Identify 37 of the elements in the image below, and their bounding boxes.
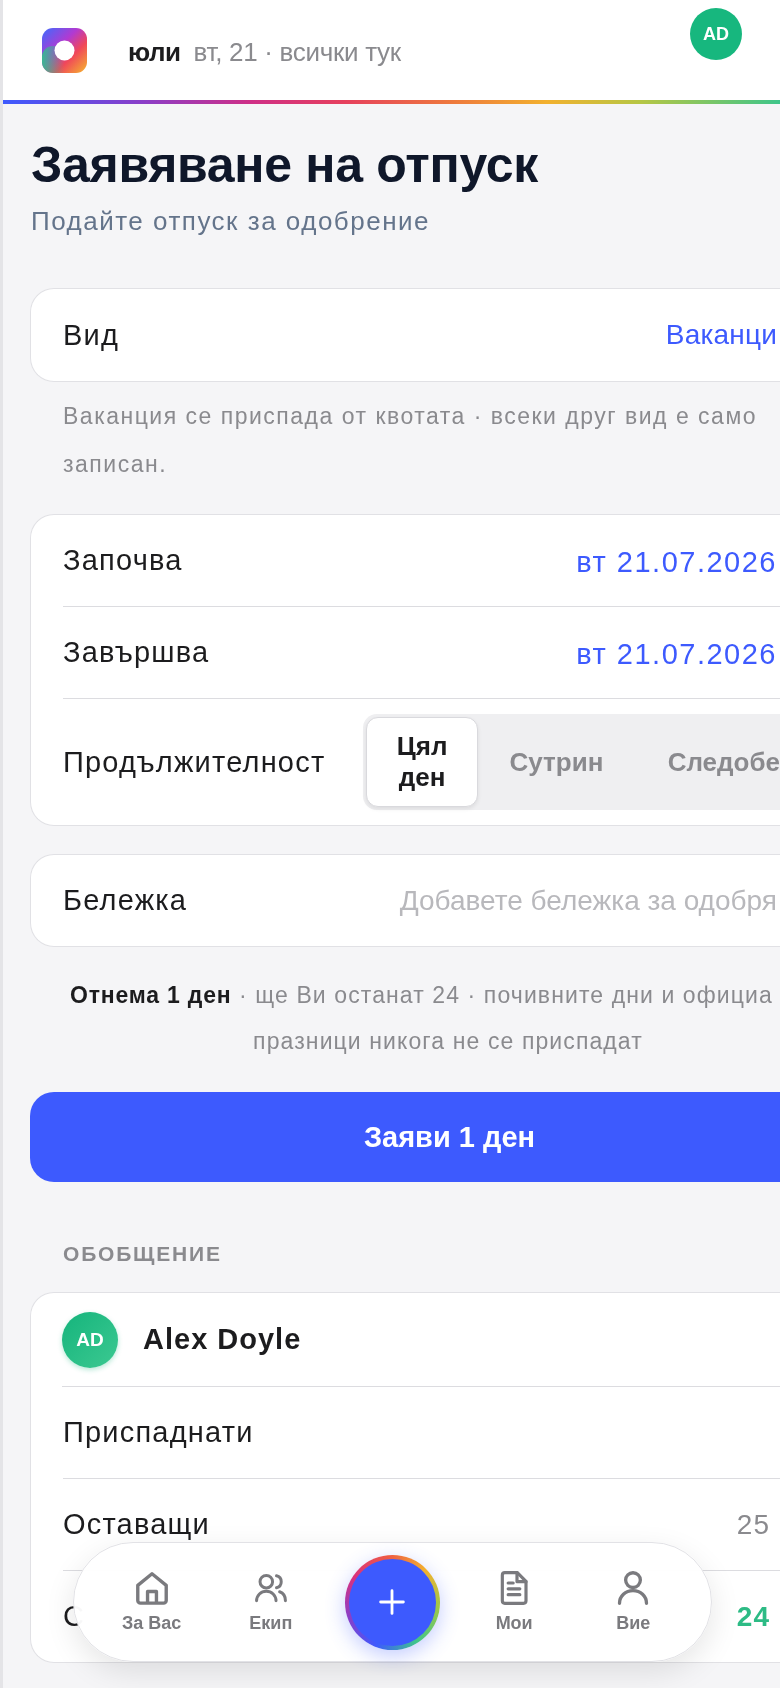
field-label: Продължителност <box>63 745 326 779</box>
hint-text: Ваканция се приспада от квотата · всеки друг вид е само записан. <box>63 402 758 479</box>
field-label: Вид <box>63 318 120 352</box>
plus-icon <box>379 1589 406 1615</box>
segment-option[interactable]: Следобе <box>634 717 780 807</box>
person-name: Alex Doyle <box>143 1323 302 1356</box>
segment-option[interactable]: Цял ден <box>366 717 479 807</box>
home-icon <box>135 1570 168 1605</box>
summary-value: 25 <box>736 1508 770 1541</box>
summary-label: Приспаднати <box>63 1416 254 1449</box>
logo-icon <box>42 27 87 73</box>
nav-item[interactable]: Вие <box>588 1570 679 1634</box>
page-subtitle: Подайте отпуск за одобрение <box>31 205 431 238</box>
date-picker[interactable]: вт 21.07.2026 <box>576 546 777 579</box>
person-icon <box>617 1570 650 1605</box>
field-label: Завършва <box>63 636 210 669</box>
field-label: Започва <box>63 544 183 577</box>
date-label: вт, 21 · всички тук <box>193 36 401 68</box>
summary-note: Отнема 1 ден · ще Ви останат 24 · почивните дни и официа празници никога не се приспадат <box>70 981 774 1056</box>
section-heading: ОБОБЩЕНИЕ <box>63 1242 223 1266</box>
submit-button[interactable]: Заяви 1 ден <box>30 1092 780 1182</box>
profile-avatar[interactable]: AD <box>690 8 742 60</box>
summary-value: 24 <box>736 1600 770 1633</box>
type-picker[interactable]: Ваканци <box>665 319 777 351</box>
person-avatar: AD <box>62 1311 118 1368</box>
field-label: Бележка <box>63 884 188 917</box>
segment-option[interactable]: Сутрин <box>478 717 635 807</box>
summary-label: С <box>63 1600 86 1633</box>
note-input[interactable]: Добавете бележка за одобря <box>377 884 777 917</box>
date-picker[interactable]: вт 21.07.2026 <box>576 638 777 671</box>
summary-label: Оставащи <box>63 1508 210 1541</box>
nav-item[interactable]: Екип <box>225 1570 316 1634</box>
nav-item[interactable]: Мои <box>469 1570 560 1634</box>
nav-item[interactable]: За Вас <box>106 1570 197 1634</box>
month-label: юли <box>128 36 181 68</box>
document-icon <box>498 1570 531 1605</box>
page-title: Заявяване на отпуск <box>31 137 539 193</box>
